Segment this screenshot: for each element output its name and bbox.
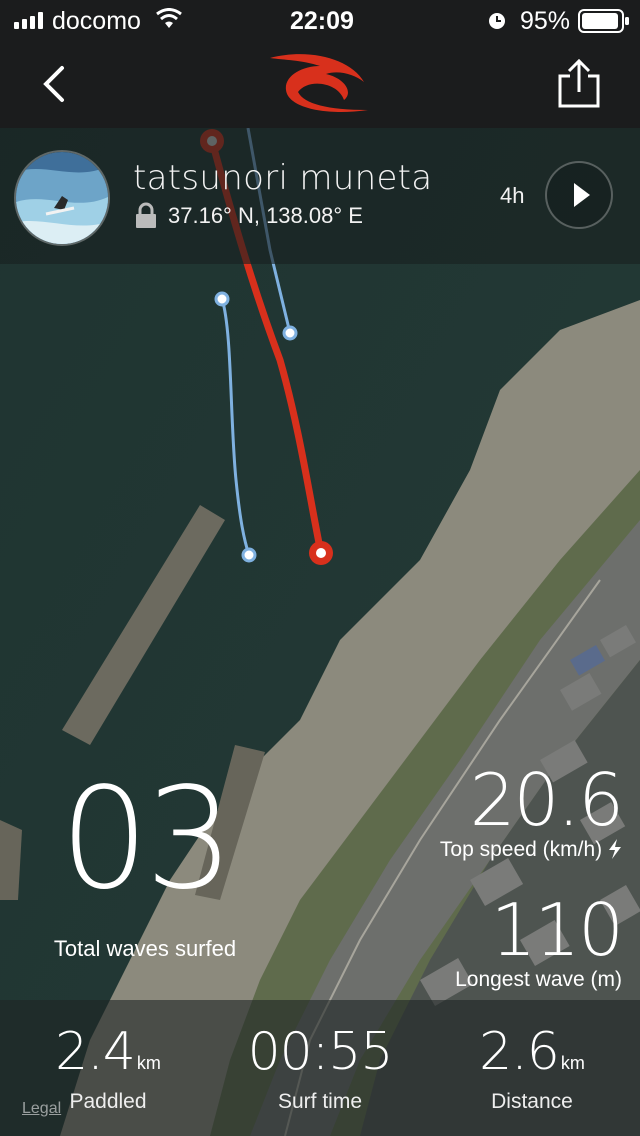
surf-time-stat: 00:55 Surf time bbox=[220, 1022, 420, 1114]
bottom-stats-bar: 2.4 km Paddled 00:55 Surf time 2.6 km Dist… bbox=[0, 1000, 640, 1136]
distance-stat: 2.6 km Distance bbox=[432, 1022, 632, 1114]
top-speed-block: 20.6 Top speed (km/h) bbox=[439, 758, 624, 862]
brand-logo bbox=[268, 52, 370, 119]
legal-link[interactable]: Legal bbox=[22, 1100, 61, 1118]
distance-value: 2.6 bbox=[479, 1022, 560, 1082]
lock-icon bbox=[135, 202, 157, 233]
total-waves-value: 03 bbox=[59, 758, 234, 921]
chevron-left-icon bbox=[43, 66, 64, 102]
surfer-name: tatsunori muneta bbox=[133, 158, 433, 198]
longest-wave-block: 110 Longest wave (m) bbox=[455, 888, 624, 992]
top-speed-label: Top speed (km/h) bbox=[439, 838, 603, 861]
paddled-value: 2.4 bbox=[55, 1022, 136, 1082]
play-button[interactable] bbox=[545, 161, 613, 229]
share-icon bbox=[558, 58, 600, 108]
battery-percent: 95% bbox=[520, 7, 571, 35]
play-icon bbox=[574, 183, 590, 207]
carrier: docomo bbox=[52, 7, 141, 35]
wifi-icon bbox=[155, 8, 183, 37]
surf-time-value: 00:55 bbox=[247, 1022, 394, 1082]
alarm-icon bbox=[486, 9, 508, 38]
total-waves-block: 03 Total waves surfed bbox=[40, 770, 250, 962]
longest-wave-value: 110 bbox=[490, 888, 624, 972]
session-duration: 4h bbox=[500, 183, 525, 208]
surf-time-label: Surf time bbox=[277, 1090, 363, 1113]
share-button[interactable] bbox=[556, 58, 602, 115]
avatar[interactable] bbox=[14, 150, 110, 246]
distance-label: Distance bbox=[491, 1090, 573, 1113]
nav-bar bbox=[0, 40, 640, 128]
paddled-unit: km bbox=[136, 1053, 161, 1073]
total-waves-label: Total waves surfed bbox=[53, 936, 237, 961]
signal-icon bbox=[14, 12, 43, 29]
location-coordinates: 37.16° N, 138.08° E bbox=[168, 203, 363, 228]
battery-icon bbox=[578, 9, 630, 40]
lightning-icon bbox=[609, 839, 621, 859]
clock-time: 22:09 bbox=[290, 7, 354, 35]
back-button[interactable] bbox=[40, 62, 68, 111]
longest-wave-label: Longest wave (m) bbox=[455, 968, 622, 991]
status-bar: docomo 22:09 95% bbox=[0, 0, 640, 40]
top-speed-value: 20.6 bbox=[469, 758, 624, 842]
distance-unit: km bbox=[560, 1053, 585, 1073]
profile-header: tatsunori muneta 37.16° N, 138.08° E 4h bbox=[0, 128, 640, 264]
